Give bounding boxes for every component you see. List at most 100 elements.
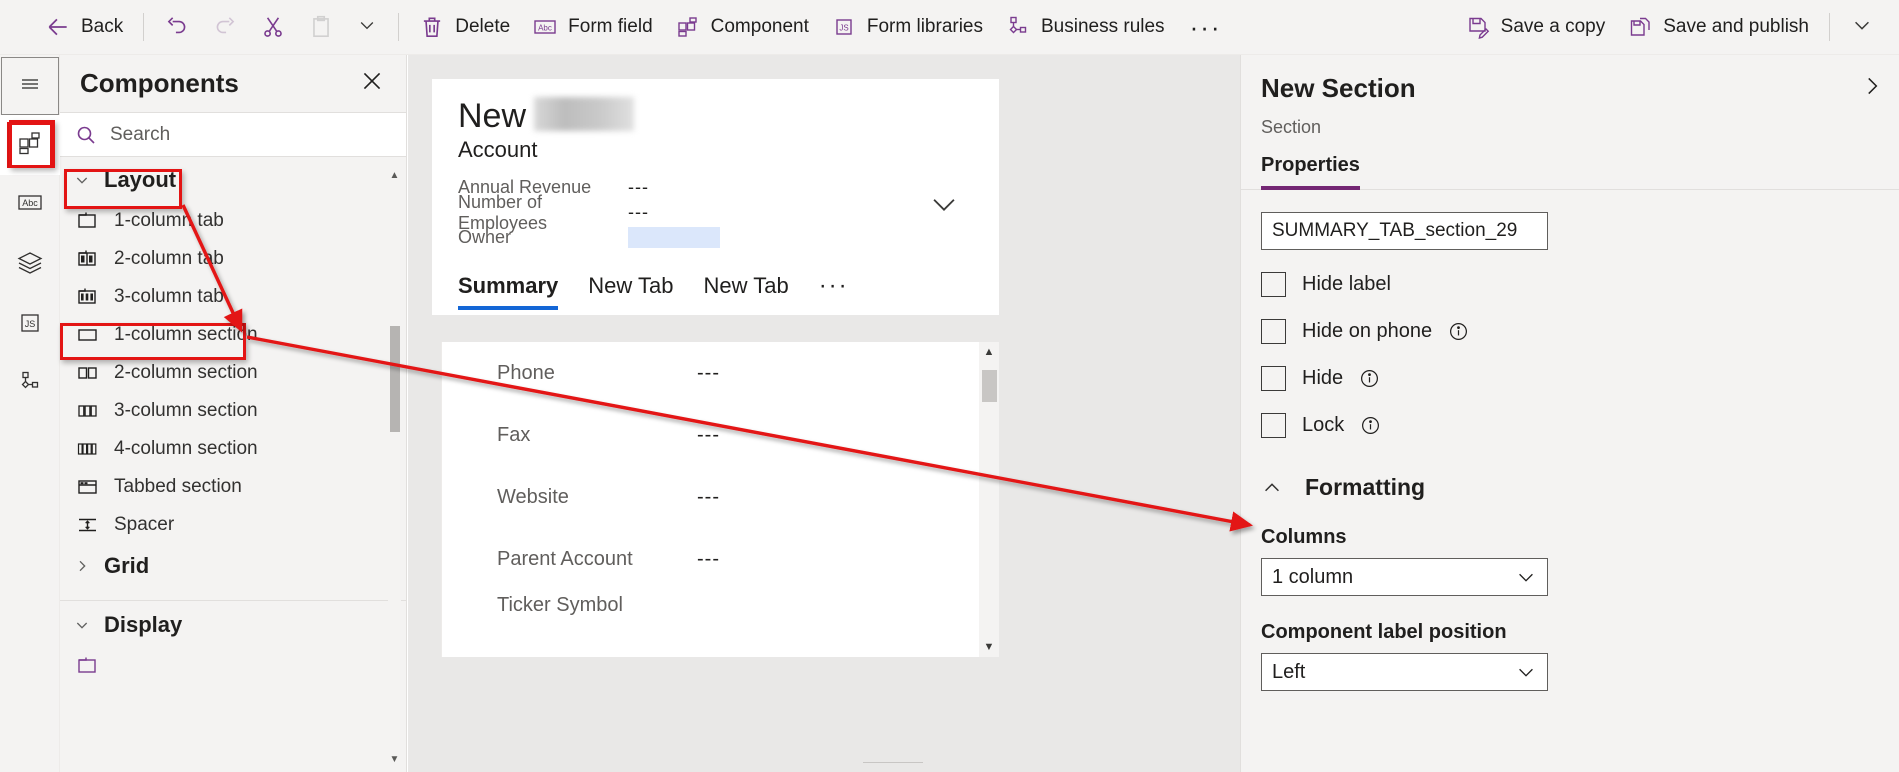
checkbox-row-lock[interactable]: Lock: [1261, 413, 1879, 438]
form-field-button[interactable]: Abc Form field: [521, 7, 663, 47]
tab-new-tab-2[interactable]: New Tab: [703, 266, 788, 306]
component-label: Spacer: [114, 514, 175, 535]
group-label: Layout: [104, 167, 177, 192]
form-libraries-button[interactable]: JS Form libraries: [820, 7, 994, 47]
header-field-row[interactable]: Owner: [458, 225, 999, 250]
tabs-overflow-button[interactable]: ···: [819, 272, 849, 300]
scrollbar-thumb[interactable]: [390, 326, 400, 432]
paste-button[interactable]: [297, 7, 345, 47]
js-script-icon: JS: [16, 309, 44, 342]
expand-properties-button[interactable]: [1859, 73, 1885, 104]
form-field-value: ---: [697, 423, 720, 446]
component-item-3-column-section[interactable]: 3-column section: [60, 392, 407, 430]
component-item-spacer[interactable]: Spacer: [60, 506, 407, 544]
component-label: 1-column tab: [114, 210, 224, 231]
back-button[interactable]: Back: [34, 7, 134, 47]
delete-button[interactable]: Delete: [408, 7, 521, 47]
save-and-publish-button[interactable]: Save and publish: [1616, 7, 1820, 47]
more-commands-button[interactable]: ···: [1176, 7, 1236, 47]
group-header-grid[interactable]: Grid: [60, 544, 407, 588]
svg-text:Abc: Abc: [538, 24, 552, 33]
clipboard-overflow-button[interactable]: [345, 7, 389, 47]
sidebar-item-tree-view[interactable]: [0, 235, 60, 295]
info-icon[interactable]: [1359, 368, 1380, 389]
business-rules-button[interactable]: Business rules: [994, 7, 1176, 47]
form-body-scrollbar[interactable]: ▲ ▼: [979, 342, 999, 657]
sidebar-item-business-rules[interactable]: [0, 355, 60, 415]
save-a-copy-button[interactable]: Save a copy: [1454, 7, 1617, 47]
checkbox-row-hide-on-phone[interactable]: Hide on phone: [1261, 319, 1879, 344]
menu-toggle-button[interactable]: [1, 57, 59, 115]
components-panel-scrollbar[interactable]: ▲ ▼: [388, 168, 401, 766]
info-icon[interactable]: [1448, 321, 1469, 342]
canvas-footer-divider: [863, 762, 923, 772]
section-name-input[interactable]: [1261, 212, 1548, 250]
label-position-dropdown-value: Left: [1272, 660, 1306, 683]
form-field-row[interactable]: Website ---: [442, 466, 999, 528]
scroll-up-arrow-icon[interactable]: ▲: [388, 168, 401, 182]
checkbox-row-hide-label[interactable]: Hide label: [1261, 272, 1879, 297]
hide-on-phone-checkbox[interactable]: [1261, 319, 1286, 344]
hide-checkbox[interactable]: [1261, 366, 1286, 391]
group-header-display[interactable]: Display: [60, 603, 407, 647]
scrollbar-thumb[interactable]: [982, 370, 997, 402]
divider: [398, 13, 400, 41]
chevron-down-icon: [1515, 661, 1537, 683]
scrollbar-track[interactable]: [388, 182, 401, 752]
close-panel-button[interactable]: [352, 64, 392, 104]
tab-summary[interactable]: Summary: [458, 266, 559, 310]
sidebar-item-components[interactable]: [0, 115, 60, 175]
tab-properties[interactable]: Properties: [1261, 154, 1360, 190]
component-item-3-column-tab[interactable]: 3-column tab: [60, 278, 407, 316]
checkbox-label: Hide label: [1302, 273, 1391, 295]
redo-icon: [212, 14, 238, 40]
form-field-row[interactable]: Phone ---: [442, 342, 999, 404]
group-header-layout[interactable]: Layout: [60, 158, 407, 202]
redo-button[interactable]: [201, 7, 249, 47]
component-item-1-column-tab[interactable]: 1-column tab: [60, 202, 407, 240]
command-bar: Back Delete Abc Form field Component JS …: [0, 0, 1899, 55]
search-box[interactable]: [60, 112, 406, 157]
sidebar-item-form-fields[interactable]: Abc: [0, 175, 60, 235]
form-header-card[interactable]: New Account Annual Revenue --- Number of…: [432, 79, 999, 315]
cut-button[interactable]: [249, 7, 297, 47]
chevron-right-icon: [1859, 77, 1885, 103]
component-item-tabbed-section[interactable]: Tabbed section: [60, 468, 407, 506]
header-field-label: Owner: [458, 227, 512, 247]
info-icon[interactable]: [1360, 415, 1381, 436]
lock-checkbox[interactable]: [1261, 413, 1286, 438]
form-field-row[interactable]: Fax ---: [442, 404, 999, 466]
chevron-up-icon: [1261, 477, 1283, 499]
undo-button[interactable]: [153, 7, 201, 47]
tab-new-tab-1[interactable]: New Tab: [588, 266, 673, 306]
component-item-2-column-tab[interactable]: 2-column tab: [60, 240, 407, 278]
four-column-section-icon: [76, 438, 100, 460]
component-label-position-dropdown[interactable]: Left: [1261, 653, 1548, 691]
scroll-down-arrow-icon[interactable]: ▼: [979, 637, 999, 657]
formatting-section-header[interactable]: Formatting: [1261, 474, 1879, 501]
component-label: 3-column section: [114, 400, 258, 421]
columns-dropdown[interactable]: 1 column: [1261, 558, 1548, 596]
component-label: 3-column tab: [114, 286, 224, 307]
component-item-display-first[interactable]: [60, 647, 407, 685]
component-item-1-column-section[interactable]: 1-column section: [60, 316, 407, 354]
expand-header-button[interactable]: [927, 187, 961, 226]
component-item-4-column-section[interactable]: 4-column section: [60, 430, 407, 468]
close-icon: [359, 68, 385, 99]
checkbox-row-hide[interactable]: Hide: [1261, 366, 1879, 391]
scroll-down-arrow-icon[interactable]: ▼: [388, 752, 401, 766]
redacted-title-block: [534, 97, 635, 131]
sidebar-item-form-libraries[interactable]: JS: [0, 295, 60, 355]
component-item-2-column-section[interactable]: 2-column section: [60, 354, 407, 392]
header-field-value: ---: [628, 202, 649, 222]
form-field-row[interactable]: Parent Account ---: [442, 528, 999, 590]
hide-label-checkbox[interactable]: [1261, 272, 1286, 297]
header-field-row[interactable]: Number of Employees ---: [458, 192, 999, 233]
abc-text-icon: Abc: [15, 190, 45, 221]
form-field-row[interactable]: Ticker Symbol: [442, 590, 999, 620]
scroll-up-arrow-icon[interactable]: ▲: [979, 342, 999, 362]
component-button[interactable]: Component: [664, 7, 820, 47]
delete-label: Delete: [455, 16, 511, 37]
search-input[interactable]: [110, 123, 392, 146]
save-overflow-button[interactable]: [1839, 7, 1885, 47]
